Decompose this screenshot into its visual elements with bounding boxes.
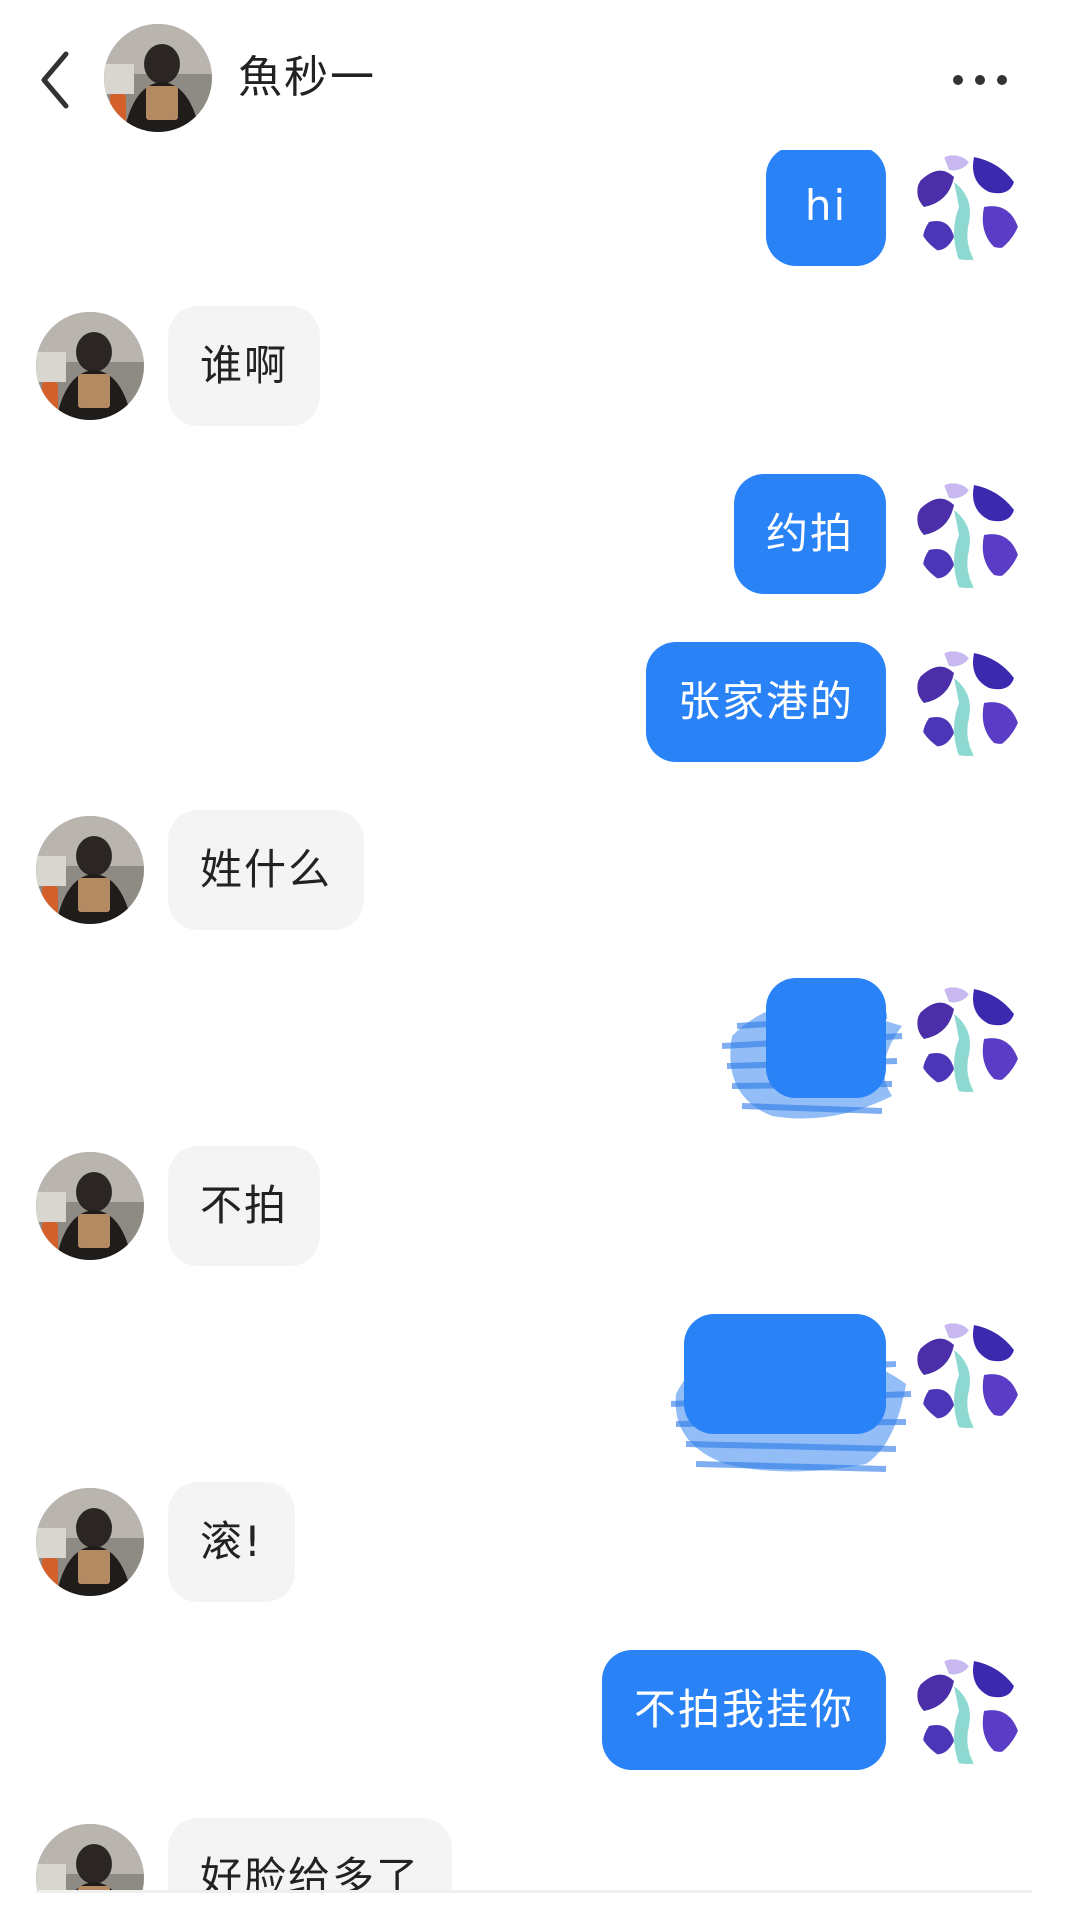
contact-avatar[interactable] [36,1824,144,1890]
my-avatar[interactable] [914,648,1022,756]
message-bubble[interactable]: 不拍 [168,1146,321,1266]
message-bubble[interactable]: 滚! [168,1482,295,1602]
bottom-edge [0,1890,1068,1916]
my-avatar[interactable] [914,1320,1022,1428]
message-bubble[interactable]: 姓什么 [168,810,365,930]
more-options-button[interactable] [940,52,1020,108]
contact-avatar[interactable] [36,1152,144,1260]
chat-header: 魚秒一 [0,0,1068,150]
contact-avatar[interactable] [104,24,212,132]
message-bubble[interactable]: 张家港的 [645,642,886,762]
contact-avatar[interactable] [36,816,144,924]
my-avatar[interactable] [914,984,1022,1092]
contact-name[interactable]: 魚秒一 [238,48,376,108]
message-bubble[interactable]: 谁啊 [168,306,321,426]
chat-screen: hi 谁啊 约拍 张家港的 姓什么 不拍 滚! 不拍我挂你 好脸给多了 魚秒一 [0,0,1068,1916]
contact-avatar[interactable] [36,1488,144,1596]
divider [36,1890,1032,1893]
message-list[interactable]: hi 谁啊 约拍 张家港的 姓什么 不拍 滚! 不拍我挂你 好脸给多了 [0,0,1068,1890]
message-bubble[interactable] [684,1314,886,1434]
message-bubble[interactable]: 约拍 [733,474,886,594]
message-bubble[interactable]: 不拍我挂你 [601,1650,886,1770]
my-avatar[interactable] [914,480,1022,588]
message-bubble[interactable] [766,978,886,1098]
contact-avatar[interactable] [36,312,144,420]
back-button[interactable] [28,40,84,120]
message-bubble[interactable]: hi [766,146,886,266]
my-avatar[interactable] [914,152,1022,260]
chevron-left-icon [41,51,69,109]
my-avatar[interactable] [914,1656,1022,1764]
more-horizontal-icon [953,75,1007,85]
message-bubble[interactable]: 好脸给多了 [168,1818,453,1890]
